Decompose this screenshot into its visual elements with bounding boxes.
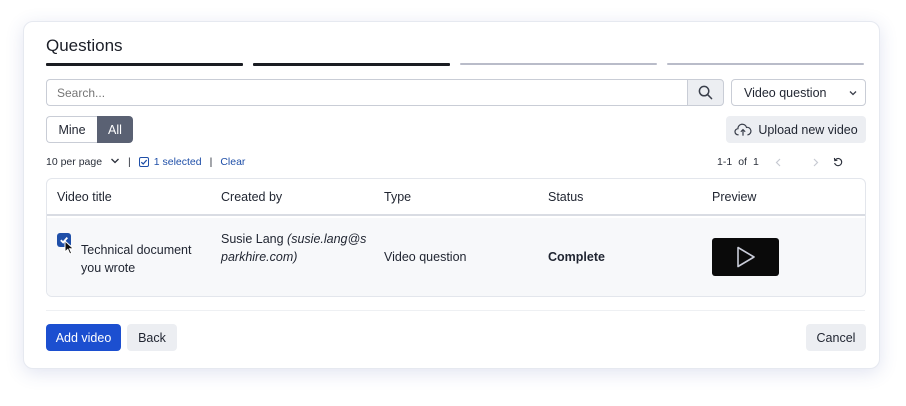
videos-table: Video title Created by Type Status Previ… bbox=[46, 178, 866, 297]
column-header-title: Video title bbox=[57, 190, 112, 204]
pager-range: 1-1 bbox=[717, 156, 733, 168]
play-icon bbox=[736, 246, 755, 268]
pager-of-label: of bbox=[738, 156, 747, 168]
column-header-created-by: Created by bbox=[221, 190, 283, 204]
progress-step-2 bbox=[253, 63, 450, 66]
video-title-text: Technical document you wrote bbox=[81, 243, 192, 275]
back-button[interactable]: Back bbox=[127, 324, 177, 351]
chevron-right-icon[interactable] bbox=[813, 158, 819, 167]
question-type: Video question bbox=[384, 250, 467, 264]
cancel-button[interactable]: Cancel bbox=[806, 324, 866, 351]
chevron-down-icon bbox=[849, 91, 857, 96]
mouse-pointer-icon bbox=[64, 240, 75, 255]
selected-check-icon bbox=[138, 157, 149, 167]
pagination: 1-1 of 1 bbox=[717, 156, 843, 168]
scope-mine-button[interactable]: Mine bbox=[46, 116, 97, 143]
cloud-upload-icon bbox=[734, 123, 752, 136]
scope-toggle: Mine All bbox=[46, 116, 133, 143]
column-header-status: Status bbox=[548, 190, 584, 204]
toolbar-divider: | bbox=[127, 156, 131, 168]
upload-video-button[interactable]: Upload new video bbox=[726, 116, 866, 143]
column-header-preview: Preview bbox=[712, 190, 757, 204]
type-filter-value: Video question bbox=[744, 86, 827, 100]
toolbar-divider: | bbox=[209, 156, 213, 168]
chevron-down-icon bbox=[111, 158, 119, 164]
search-button[interactable] bbox=[687, 79, 724, 106]
add-video-button[interactable]: Add video bbox=[46, 324, 121, 351]
column-header-type: Type bbox=[384, 190, 412, 204]
progress-step-4 bbox=[667, 63, 864, 65]
pager-total: 1 bbox=[752, 156, 759, 168]
progress-step-3 bbox=[460, 63, 657, 65]
table-header: Video title Created by Type Status Previ… bbox=[47, 179, 865, 216]
creator-cell: Susie Lang (susie.lang@sparkhire.com) bbox=[221, 230, 371, 266]
chevron-left-icon[interactable] bbox=[775, 158, 781, 167]
search-input[interactable] bbox=[46, 79, 687, 106]
footer-divider bbox=[46, 310, 865, 311]
status-value: Complete bbox=[548, 250, 605, 264]
per-page-select[interactable]: 10 per page bbox=[46, 156, 120, 168]
table-toolbar: 10 per page | 1 selected | Clear bbox=[46, 156, 245, 168]
clear-selection-link[interactable]: Clear bbox=[220, 156, 245, 168]
type-filter-select[interactable]: Video question bbox=[731, 79, 866, 106]
video-preview-thumbnail[interactable] bbox=[712, 238, 779, 276]
creator-name: Susie Lang bbox=[221, 232, 284, 246]
scope-all-button[interactable]: All bbox=[97, 116, 133, 143]
table-row[interactable]: Technical document you wrote Susie Lang … bbox=[47, 218, 865, 296]
refresh-icon[interactable] bbox=[833, 157, 843, 167]
page-title: Questions bbox=[46, 36, 123, 55]
per-page-label: 10 per page bbox=[46, 156, 103, 168]
questions-card: Questions Video question Mine All Upload… bbox=[23, 21, 880, 369]
progress-step-1 bbox=[46, 63, 243, 66]
video-title: Technical document you wrote bbox=[81, 241, 201, 277]
upload-video-label: Upload new video bbox=[758, 122, 858, 137]
search-icon bbox=[698, 85, 713, 100]
selected-count: 1 selected bbox=[153, 156, 202, 168]
